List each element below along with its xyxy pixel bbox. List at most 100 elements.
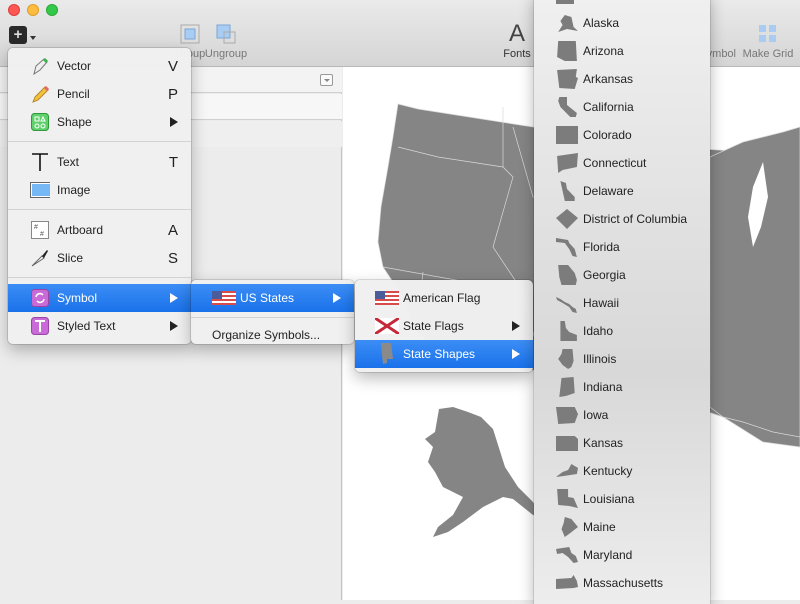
state-shape-item-district-of-columbia[interactable]: District of Columbia — [534, 205, 710, 233]
ungroup-button[interactable]: Ungroup — [203, 22, 249, 60]
state-shape-label: Georgia — [583, 268, 626, 282]
submenu-arrow-icon — [170, 321, 178, 331]
maximize-window-button[interactable] — [46, 4, 58, 16]
state-shape-item-indiana[interactable]: Indiana — [534, 373, 710, 401]
state-shape-item-arizona[interactable]: Arizona — [534, 37, 710, 65]
fonts-label: Fonts — [503, 48, 531, 60]
state-shape-label: Delaware — [583, 184, 634, 198]
state-shape-item-hawaii[interactable]: Hawaii — [534, 289, 710, 317]
state-shape-item-arkansas[interactable]: Arkansas — [534, 65, 710, 93]
us-flag-icon — [374, 288, 400, 308]
state-shape-icon — [556, 0, 574, 4]
menu-item-symbol[interactable]: Symbol — [8, 284, 191, 312]
georgia-shape-icon — [558, 265, 577, 285]
state-shape-label: Illinois — [583, 352, 617, 366]
image-icon — [30, 180, 50, 200]
state-shape-label: Hawaii — [583, 296, 620, 310]
menu-item-slice[interactable]: Slice S — [8, 244, 191, 272]
insert-button[interactable]: + — [9, 26, 27, 44]
close-window-button[interactable] — [8, 4, 20, 16]
submenu-arrow-icon — [170, 117, 178, 127]
submenu-arrow-icon — [512, 321, 520, 331]
state-shape-label: Arkansas — [583, 72, 634, 86]
state-shape-item-kentucky[interactable]: Kentucky — [534, 457, 710, 485]
alaska-shape-icon — [558, 15, 578, 32]
slice-icon — [30, 248, 50, 268]
state-shape-label: Alaska — [583, 16, 620, 30]
ungroup-icon — [203, 22, 249, 46]
state-shape-item-kansas[interactable]: Kansas — [534, 429, 710, 457]
state-shape-item-louisiana[interactable]: Louisiana — [534, 485, 710, 513]
menu-item-styled-text[interactable]: Styled Text — [8, 312, 191, 340]
massachusetts-shape-icon — [556, 575, 578, 589]
state-shape-item-connecticut[interactable]: Connecticut — [534, 149, 710, 177]
menu-item-state-shapes[interactable]: State Shapes — [355, 340, 533, 368]
menu-item-state-flags[interactable]: State Flags — [355, 312, 533, 340]
submenu-arrow-icon — [170, 293, 178, 303]
menu-item-vector[interactable]: Vector V — [8, 52, 191, 80]
menu-separator — [191, 317, 354, 318]
submenu-arrow-icon — [512, 349, 520, 359]
state-shape-label: Kansas — [583, 436, 624, 450]
state-shape-item-maryland[interactable]: Maryland — [534, 541, 710, 569]
state-shape-label: Arizona — [583, 44, 624, 58]
grid-icon — [740, 22, 796, 46]
state-shape-label: Florida — [583, 240, 620, 254]
arkansas-shape-icon — [557, 69, 578, 89]
state-shape-item-illinois[interactable]: Illinois — [534, 345, 710, 373]
symbol-icon — [30, 288, 50, 308]
state-shape-item-georgia[interactable]: Georgia — [534, 261, 710, 289]
illinois-shape-icon — [558, 349, 574, 369]
menu-item-text[interactable]: Text T — [8, 148, 191, 176]
state-shape-item-california[interactable]: California — [534, 93, 710, 121]
california-shape-icon — [558, 97, 577, 117]
maryland-shape-icon — [556, 547, 578, 563]
svg-text:#: # — [40, 231, 44, 238]
fonts-button[interactable]: A Fonts — [500, 20, 534, 60]
menu-separator — [8, 141, 191, 142]
state-shape-label: Massachusetts — [583, 576, 664, 590]
idaho-shape-icon — [560, 321, 577, 341]
state-shape-item-massachusetts[interactable]: Massachusetts — [534, 569, 710, 597]
state-shape-label: Iowa — [583, 408, 609, 422]
minimize-window-button[interactable] — [27, 4, 39, 16]
chevron-down-icon[interactable] — [30, 36, 36, 40]
menu-item-american-flag[interactable]: American Flag — [355, 284, 533, 312]
ungroup-label: Ungroup — [204, 48, 248, 60]
state-shape-label: District of Columbia — [583, 212, 688, 226]
kansas-shape-icon — [556, 436, 578, 451]
state-shape-item-iowa[interactable]: Iowa — [534, 401, 710, 429]
state-shape-label: Colorado — [583, 128, 632, 142]
menu-item-shape[interactable]: Shape — [8, 108, 191, 136]
menu-item-image[interactable]: Image — [8, 176, 191, 204]
menu-item-organize-symbols[interactable]: Organize Symbols... — [191, 324, 354, 346]
state-shape-item-florida[interactable]: Florida — [534, 233, 710, 261]
pen-icon — [30, 56, 50, 76]
menu-item-us-states[interactable]: US States — [191, 284, 354, 312]
insert-menu: Vector V Pencil P Shape Text T Image # # … — [8, 48, 191, 344]
state-shape-item-alaska[interactable]: Alaska — [534, 9, 710, 37]
state-shape-label: Louisiana — [583, 492, 635, 506]
text-icon — [30, 152, 50, 172]
make-grid-button[interactable]: Make Grid — [740, 22, 796, 60]
state-shape-item-delaware[interactable]: Delaware — [534, 177, 710, 205]
state-shape-item-maine[interactable]: Maine — [534, 513, 710, 541]
florida-shape-icon — [556, 238, 577, 257]
filter-icon[interactable] — [320, 74, 333, 86]
state-shape-label: Idaho — [583, 324, 614, 338]
state-shape-item-idaho[interactable]: Idaho — [534, 317, 710, 345]
pencil-icon — [30, 84, 50, 104]
state-shape-label: Indiana — [583, 380, 623, 394]
menu-item-artboard[interactable]: # # Artboard A — [8, 216, 191, 244]
indiana-shape-icon — [559, 377, 575, 397]
menu-item-pencil[interactable]: Pencil P — [8, 80, 191, 108]
state-shape-item-colorado[interactable]: Colorado — [534, 121, 710, 149]
louisiana-shape-icon — [557, 489, 578, 508]
us-flag-icon — [211, 288, 237, 308]
artboard-icon: # # — [30, 220, 50, 240]
connecticut-shape-icon — [557, 153, 578, 173]
alabama-flag-icon — [374, 316, 400, 336]
make-grid-label: Make Grid — [742, 48, 794, 60]
state-shapes-submenu: Alaska Arizona Arkansas California Colorado C… — [534, 0, 710, 604]
colorado-shape-icon — [556, 126, 578, 144]
